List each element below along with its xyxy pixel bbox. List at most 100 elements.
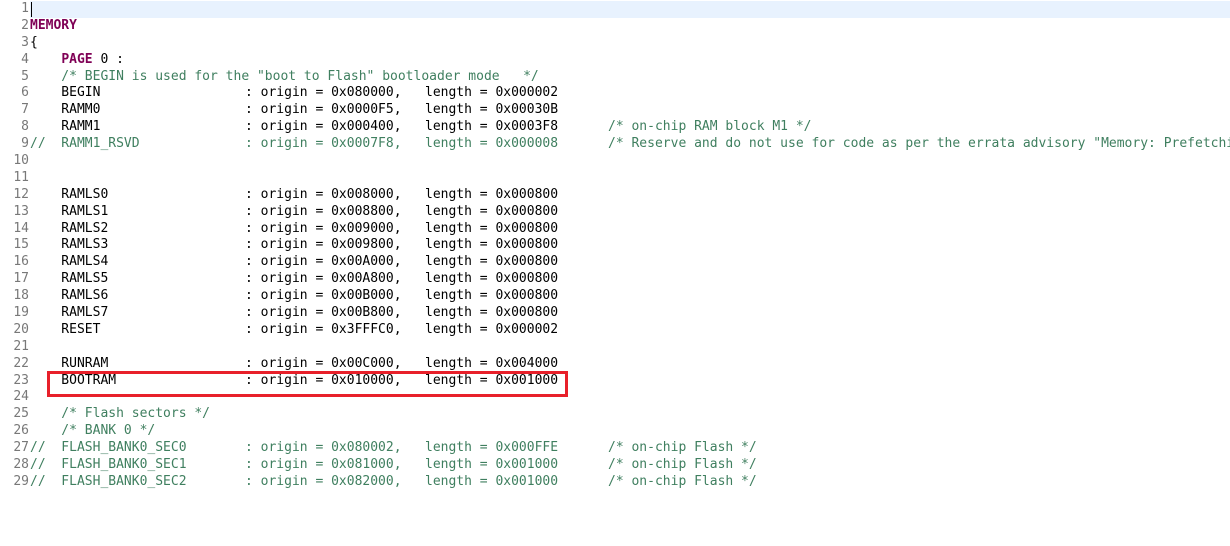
memory-region-name: RAMLS7 [30,305,108,322]
code-line[interactable]: RUNRAM: origin = 0x00C000, length = 0x004… [30,356,1230,373]
memory-region-name: // FLASH_BANK0_SEC0 [30,440,187,457]
line-number: 5 [21,68,29,84]
code-line[interactable]: RAMM0: origin = 0x0000F5, length = 0x0003… [30,102,1230,119]
origin-value: : origin = 0x00A000, [245,254,402,270]
code-area[interactable]: MEMORY{ PAGE 0 : /* BEGIN is used for th… [30,1,1230,490]
code-line[interactable]: PAGE 0 : [30,52,1230,69]
line-number: 24 [13,389,29,405]
length-value: length = 0x000800 [425,305,559,321]
code-token: { [30,34,38,50]
length-value: length = 0x000800 [425,186,559,202]
line-number: 28 [13,457,29,473]
code-line[interactable]: // RAMM1_RSVD: origin = 0x0007F8, length … [30,136,1230,153]
origin-value: : origin = 0x00C000, [245,355,402,371]
code-line[interactable] [30,170,1230,187]
line-number: 25 [13,406,29,422]
code-line[interactable]: RESET: origin = 0x3FFFC0, length = 0x0000… [30,322,1230,339]
origin-value: : origin = 0x00B000, [245,288,402,304]
memory-region-name: RUNRAM [30,356,108,373]
memory-region-name: RAMLS6 [30,288,108,305]
length-value: length = 0x001000 [425,457,559,473]
origin-value: : origin = 0x00A800, [245,271,402,287]
memory-region-name: RESET [30,322,100,339]
memory-region-name: RAMLS4 [30,254,108,271]
origin-value: : origin = 0x008000, [245,186,402,202]
region-name-text: RUNRAM [30,355,109,371]
origin-value: : origin = 0x009800, [245,237,402,253]
line-number: 19 [13,305,29,321]
code-line[interactable]: BOOTRAM: origin = 0x010000, length = 0x00… [30,373,1230,390]
origin-value: : origin = 0x000400, [245,119,402,135]
origin-value: : origin = 0x080002, [245,440,402,456]
length-value: length = 0x000800 [425,220,559,236]
memory-region-name: // FLASH_BANK0_SEC2 [30,474,187,490]
memory-region-name: RAMM0 [30,102,100,119]
code-line[interactable]: RAMLS1: origin = 0x008800, length = 0x000… [30,204,1230,221]
line-number-gutter: 1 2 3 4 5 6 7 8 9 10 11 12 13 14 15 16 17 18 19 20 21 22 23 24 2… [0,1,29,490]
code-line[interactable]: // FLASH_BANK0_SEC1: origin = 0x081000, l… [30,457,1230,474]
origin-value: : origin = 0x081000, [245,457,402,473]
code-line[interactable]: BEGIN: origin = 0x080000, length = 0x0000… [30,85,1230,102]
line-number: 27 [13,440,29,456]
code-line[interactable]: RAMLS2: origin = 0x009000, length = 0x000… [30,221,1230,238]
code-line[interactable]: // FLASH_BANK0_SEC2: origin = 0x082000, l… [30,474,1230,490]
code-line[interactable] [30,153,1230,170]
line-number: 7 [21,102,29,118]
memory-region-name: RAMM1 [30,119,100,136]
code-line[interactable]: // FLASH_BANK0_SEC0: origin = 0x080002, l… [30,440,1230,457]
line-number: 12 [13,186,29,202]
keyword-token: MEMORY [30,17,77,33]
region-name-text: RAMLS5 [30,271,109,287]
origin-value: : origin = 0x00B800, [245,305,402,321]
region-name-text: FLASH_BANK0_SEC2 [45,473,187,489]
region-name-text: FLASH_BANK0_SEC0 [45,440,187,456]
code-line[interactable]: RAMM1 : origin = 0x000400, length = 0x0003… [30,119,1230,136]
code-line[interactable]: RAMLS6: origin = 0x00B000, length = 0x000… [30,288,1230,305]
origin-value: : origin = 0x008800, [245,203,402,219]
code-line[interactable]: { [30,35,1230,52]
code-line[interactable]: RAMLS0 : origin = 0x008000, length = 0x000… [30,187,1230,204]
line-number: 22 [13,355,29,371]
region-name-text: RAMLS1 [30,203,109,219]
line-number: 17 [13,271,29,287]
code-line[interactable] [30,389,1230,406]
code-line[interactable]: RAMLS4: origin = 0x00A000, length = 0x000… [30,254,1230,271]
code-line[interactable]: /* BEGIN is used for the "boot to Flash"… [30,69,1230,86]
region-name-text: RAMLS4 [30,254,109,270]
region-name-text: RAMLS7 [30,305,109,321]
code-editor[interactable]: 1 2 3 4 5 6 7 8 9 10 11 12 13 14 15 16 17 18 19 20 21 22 23 24 2… [0,0,1230,490]
memory-region-name: BEGIN [30,85,100,102]
code-line[interactable]: RAMLS7 : origin = 0x00B800, length = 0x000… [30,305,1230,322]
comment-token: /* BEGIN is used for the "boot to Flash"… [30,68,539,84]
code-line[interactable]: /* Flash sectors */ [30,406,1230,423]
length-value: length = 0x001000 [425,372,559,388]
comment-prefix: // [30,457,46,473]
line-number: 6 [21,85,29,101]
region-name-text: RAMLS0 [30,186,109,202]
code-line[interactable] [30,1,1230,18]
region-name-text: RAMLS2 [30,220,109,236]
region-name-text: BOOTRAM [30,372,117,388]
code-line[interactable] [30,339,1230,356]
origin-value: : origin = 0x080000, [245,85,402,101]
line-number: 18 [13,288,29,304]
region-name-text: RESET [30,321,101,337]
length-value: length = 0x000008 [425,136,559,152]
memory-region-name: RAMLS3 [30,237,108,254]
length-value: length = 0x0003F8 [425,119,559,135]
code-line[interactable]: MEMORY [30,18,1230,35]
length-value: length = 0x000002 [425,321,559,337]
line-number: 29 [13,473,29,489]
line-number: 13 [13,203,29,219]
memory-region-name: RAMLS0 [30,187,108,204]
line-number: 3 [21,34,29,50]
code-line[interactable]: RAMLS5: origin = 0x00A800, length = 0x000… [30,271,1230,288]
code-token: 0 : [92,51,124,67]
line-number: 10 [13,153,29,169]
code-line[interactable]: /* BANK 0 */ [30,423,1230,440]
code-line[interactable]: RAMLS3: origin = 0x009800, length = 0x000… [30,237,1230,254]
line-number: 16 [13,254,29,270]
line-number: 4 [21,51,29,67]
line-number: 9 [21,136,29,152]
